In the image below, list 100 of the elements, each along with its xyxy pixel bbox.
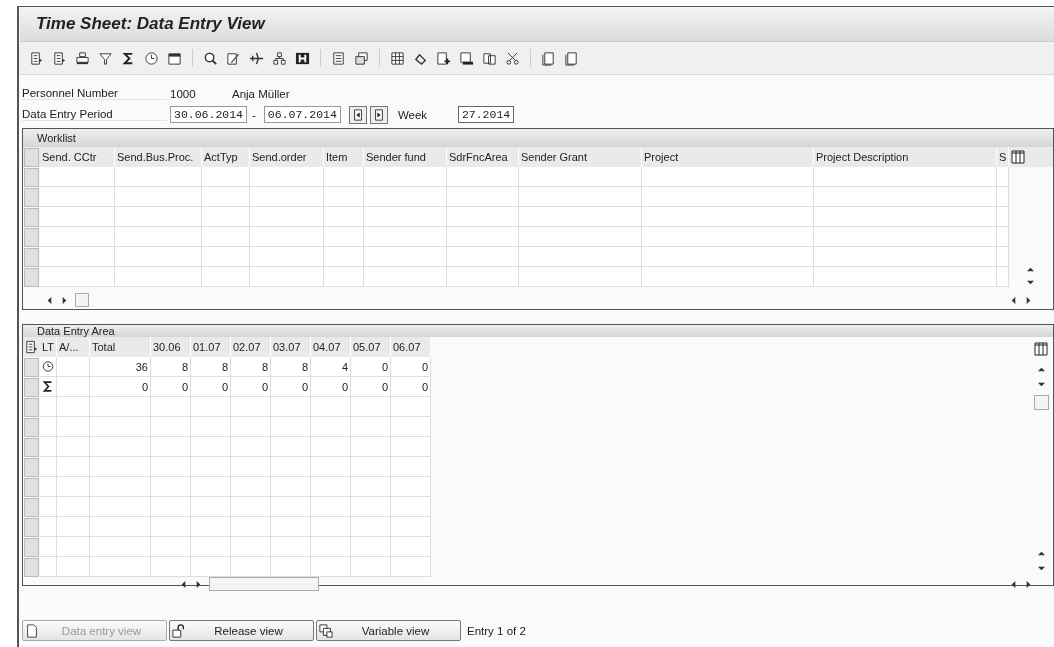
table-cell: [447, 167, 519, 187]
clock-icon[interactable]: [144, 50, 159, 66]
view-button[interactable]: Variable view: [316, 620, 461, 641]
date-field[interactable]: 30.06.2014: [170, 106, 247, 123]
table-cell: [40, 537, 57, 557]
scroll-thumb[interactable]: [209, 577, 319, 591]
table-cell: [90, 397, 151, 417]
scroll-down-icon[interactable]: [1036, 380, 1046, 389]
printer-icon[interactable]: [75, 50, 90, 66]
table-icon[interactable]: [390, 50, 405, 66]
search-icon[interactable]: [203, 50, 218, 66]
scroll-left-icon[interactable]: [1009, 579, 1018, 589]
view-button[interactable]: Release view: [169, 620, 314, 641]
filter-icon[interactable]: [98, 50, 113, 66]
scroll-left-icon[interactable]: [45, 295, 54, 305]
table-cell: [271, 497, 311, 517]
table-cell: [231, 497, 271, 517]
table-cell: [271, 477, 311, 497]
scissors-icon[interactable]: [505, 50, 520, 66]
field-label: Personnel Number: [22, 87, 167, 100]
table-cell: [311, 417, 351, 437]
scroll-left-icon[interactable]: [1009, 295, 1018, 305]
table-cell: [311, 457, 351, 477]
table-cell: [57, 517, 90, 537]
table-cell: [311, 517, 351, 537]
scroll-down-icon[interactable]: [1026, 278, 1035, 287]
table-cell: 0: [90, 377, 151, 397]
page-icon[interactable]: [541, 50, 556, 66]
table-cell: [997, 227, 1009, 247]
scroll-thumb[interactable]: [75, 293, 89, 307]
table-cell: [151, 517, 191, 537]
table-cell: [997, 247, 1009, 267]
page-icon[interactable]: [564, 50, 579, 66]
table-cell: [351, 517, 391, 537]
padlock-icon: [172, 623, 186, 638]
add-icon[interactable]: [436, 50, 451, 66]
table-cell: 0: [351, 357, 391, 377]
windows-icon: [319, 623, 333, 638]
column-settings-icon[interactable]: [1011, 150, 1025, 164]
table-cell: 8: [191, 357, 231, 377]
scroll-down-icon[interactable]: [1036, 564, 1046, 573]
week-field[interactable]: 27.2014: [457, 106, 515, 123]
scroll-up-icon[interactable]: [1036, 365, 1046, 374]
table-cell: [191, 397, 231, 417]
table-cell: [90, 557, 151, 577]
table-cell: [447, 267, 519, 287]
previous-period-button[interactable]: [348, 105, 367, 124]
list-icon[interactable]: [331, 50, 346, 66]
table-cell: [231, 477, 271, 497]
stack-icon[interactable]: [354, 50, 369, 66]
date-field[interactable]: 06.07.2014: [263, 106, 341, 123]
scroll-right-icon[interactable]: [60, 295, 69, 305]
table-cell: [447, 247, 519, 267]
next-period-button[interactable]: [369, 105, 388, 124]
table-cell: [391, 537, 431, 557]
document-icon[interactable]: [52, 50, 67, 66]
table-cell: [202, 187, 250, 207]
table-cell: [202, 167, 250, 187]
table-cell: [231, 537, 271, 557]
table-cell: [271, 517, 311, 537]
document-icon[interactable]: [29, 50, 44, 66]
table-cell: [151, 557, 191, 577]
scroll-right-icon[interactable]: [1024, 295, 1033, 305]
panel-title: Worklist: [37, 132, 76, 144]
pencil-icon[interactable]: [226, 50, 241, 66]
column-settings-icon[interactable]: [1034, 342, 1048, 356]
scroll-left-icon[interactable]: [179, 579, 188, 589]
table-cell: [391, 557, 431, 577]
table-cell: [391, 437, 431, 457]
table-cell: [191, 517, 231, 537]
scroll-right-icon[interactable]: [1024, 579, 1033, 589]
h-icon[interactable]: [295, 50, 310, 66]
scroll-thumb[interactable]: [1033, 395, 1049, 410]
table-cell: 0: [351, 377, 391, 397]
table-cell: 0: [391, 357, 431, 377]
table-cell: [391, 457, 431, 477]
table-cell: [231, 417, 271, 437]
table-cell: [271, 397, 311, 417]
hierarchy-icon[interactable]: [272, 50, 287, 66]
table-cell: [202, 247, 250, 267]
table-cell: [324, 207, 364, 227]
scroll-up-icon[interactable]: [1036, 549, 1046, 558]
table-cell: [311, 497, 351, 517]
plane-icon[interactable]: [249, 50, 264, 66]
table-cell: [391, 517, 431, 537]
table-cell: [447, 207, 519, 227]
table-cell: [351, 497, 391, 517]
table-cell: [191, 437, 231, 457]
calendar-icon[interactable]: [167, 50, 182, 66]
table-cell: [90, 517, 151, 537]
range-separator: -: [252, 108, 256, 121]
table-cell: [271, 537, 311, 557]
table-cell: [40, 437, 57, 457]
table-cell: 4: [311, 357, 351, 377]
table-cell: [271, 557, 311, 577]
details-icon[interactable]: [24, 339, 39, 355]
table-cell: [40, 517, 57, 537]
scroll-right-icon[interactable]: [194, 579, 203, 589]
scroll-up-icon[interactable]: [1026, 265, 1035, 274]
copy-icon[interactable]: [482, 50, 497, 66]
